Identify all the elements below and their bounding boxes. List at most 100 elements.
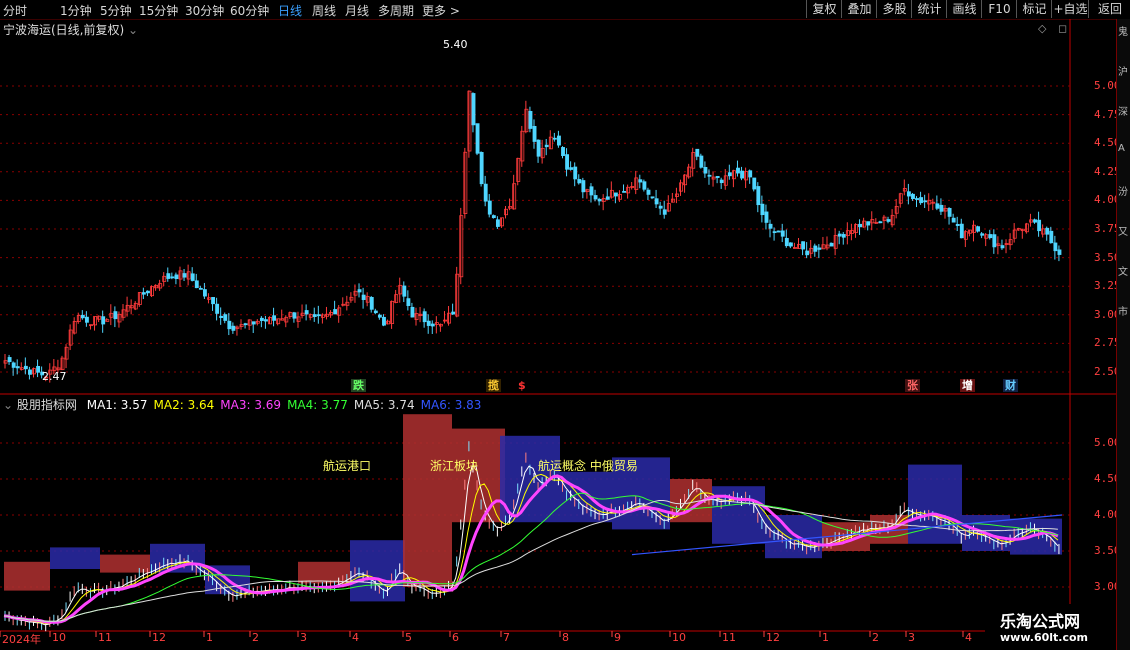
candle-body <box>841 234 846 238</box>
candle-body <box>1016 228 1021 231</box>
indicator-header: ⌄ 股朋指标网 MA1: 3.57 MA2: 3.64 MA3: 3.69 MA4: … <box>3 396 481 413</box>
candle-body <box>369 297 374 310</box>
candle-body <box>304 310 309 315</box>
toolbar-button-5[interactable]: F10 <box>981 0 1017 18</box>
candle-body <box>768 223 773 229</box>
candle-body <box>866 221 871 226</box>
candle-body <box>939 204 944 212</box>
candle-body <box>15 366 20 369</box>
candle-body <box>650 196 655 199</box>
candle-body <box>906 191 911 197</box>
candle-body <box>780 230 785 237</box>
candle-body <box>959 223 964 239</box>
candle-body <box>133 302 138 310</box>
timeframe-tab-8[interactable]: 月线 <box>345 2 369 19</box>
chart-canvas <box>0 19 1116 637</box>
strip-char: 又 <box>1118 227 1128 238</box>
candle-body <box>1057 249 1062 255</box>
timeframe-tab-2[interactable]: 5分钟 <box>100 2 132 19</box>
candle-body <box>430 323 435 327</box>
candle-body <box>654 198 659 205</box>
timeframe-tab-3[interactable]: 15分钟 <box>139 2 178 19</box>
candle-body <box>93 316 97 326</box>
timeframe-tab-7[interactable]: 周线 <box>312 2 336 19</box>
signal-marker: 跌 <box>351 379 366 392</box>
candle-body <box>850 230 854 234</box>
month-label: 10 <box>672 631 686 644</box>
candle-body <box>882 216 887 221</box>
toolbar-button-2[interactable]: 多股 <box>876 0 912 18</box>
candle-body <box>740 170 744 179</box>
toolbar-button-4[interactable]: 画线 <box>946 0 982 18</box>
candle-body <box>312 314 317 317</box>
candle-body <box>752 177 757 190</box>
candle-body <box>194 280 199 289</box>
month-label: 8 <box>562 631 569 644</box>
toolbar-button-1[interactable]: 叠加 <box>841 0 877 18</box>
timeframe-tab-0[interactable]: 分时 <box>3 2 27 19</box>
strip-char: 市 <box>1118 307 1128 318</box>
chevron-down-icon[interactable]: ⌄ <box>3 398 13 412</box>
timeframe-tab-4[interactable]: 30分钟 <box>185 2 224 19</box>
candle-body <box>264 319 268 322</box>
candle-body <box>239 324 244 327</box>
timeframe-tab-9[interactable]: 多周期 <box>378 2 414 19</box>
candle-body <box>28 369 32 375</box>
candle-body <box>146 290 150 294</box>
toolbar-button-8[interactable]: 返回 <box>1088 0 1130 18</box>
candle-body <box>89 324 93 327</box>
timeframe-tab-6[interactable]: 日线 <box>278 2 302 19</box>
candle-body <box>577 179 582 184</box>
candle-body <box>125 304 130 312</box>
toolbar-button-7[interactable]: +自选 <box>1051 0 1089 18</box>
candle-body <box>80 314 85 319</box>
candle-body <box>569 167 574 170</box>
candle-body <box>174 274 179 280</box>
candle-body <box>634 177 639 190</box>
candle-body <box>622 190 626 193</box>
candle-body <box>439 323 443 327</box>
candle-body <box>658 205 663 209</box>
ma-legend-2: MA2: 3.64 <box>153 398 215 412</box>
toolbar-button-6[interactable]: 标记 <box>1016 0 1052 18</box>
candle-body <box>491 215 496 218</box>
candle-body <box>516 157 521 182</box>
candle-body <box>121 309 126 318</box>
candle-body <box>292 312 297 319</box>
candle-body <box>699 155 704 168</box>
timeframe-tab-5[interactable]: 60分钟 <box>230 2 269 19</box>
candle-body <box>76 315 81 322</box>
candle-body <box>227 320 232 330</box>
candle-body <box>1053 242 1058 252</box>
window-icon[interactable]: ◻ <box>1058 22 1067 35</box>
candle-body <box>1029 219 1033 223</box>
candle-body <box>931 201 936 204</box>
candle-body <box>329 312 334 316</box>
candle-body <box>552 137 557 140</box>
month-label: 11 <box>722 631 736 644</box>
toolbar-button-0[interactable]: 复权 <box>806 0 842 18</box>
ma-legend-5: MA5: 3.74 <box>353 398 415 412</box>
candle-body <box>162 275 167 282</box>
candle-body <box>1020 228 1025 232</box>
toolbar-button-3[interactable]: 统计 <box>911 0 947 18</box>
candle-body <box>902 188 907 192</box>
timeframe-tab-10[interactable]: 更多 > <box>422 2 460 19</box>
candle-body <box>109 312 114 318</box>
indicator-block <box>50 547 100 569</box>
candle-body <box>894 205 899 214</box>
candle-body <box>259 317 264 321</box>
candle-body <box>1012 229 1017 239</box>
candle-body <box>1004 243 1009 245</box>
diamond-icon[interactable]: ◇ <box>1038 22 1046 35</box>
candle-body <box>386 320 390 325</box>
month-label: 4 <box>965 631 972 644</box>
timeframe-tab-1[interactable]: 1分钟 <box>60 2 92 19</box>
candle-body <box>406 298 411 306</box>
candle-body <box>666 203 671 212</box>
chevron-down-icon[interactable]: ⌄ <box>128 23 138 37</box>
candle-body <box>528 110 533 129</box>
month-label: 3 <box>908 631 915 644</box>
candle-body <box>170 276 175 279</box>
candle-body <box>589 186 594 196</box>
